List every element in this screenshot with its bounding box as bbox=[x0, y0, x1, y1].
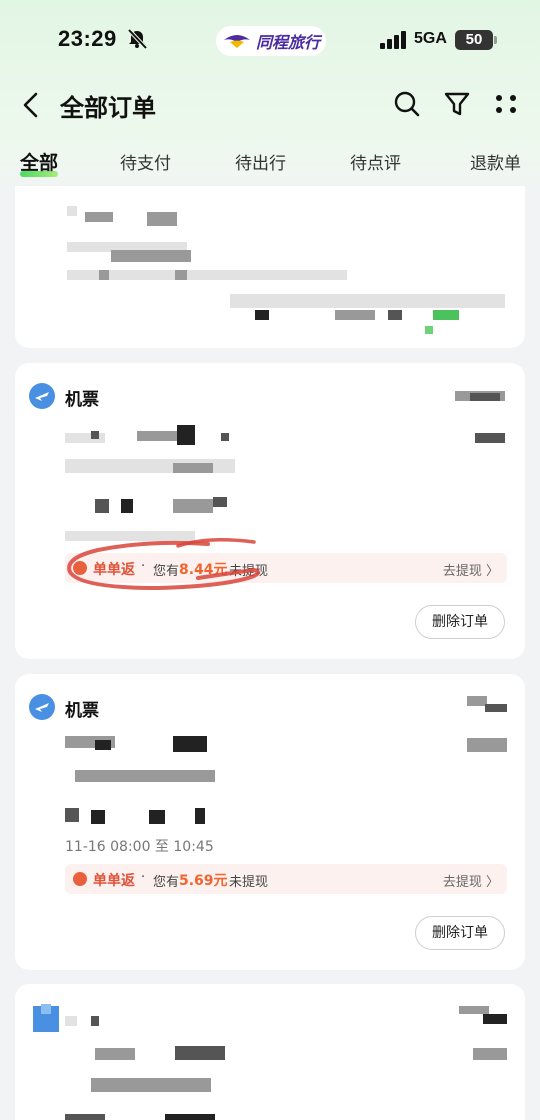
nav-header: 全部订单 bbox=[0, 80, 540, 130]
order-card[interactable]: 机票 11-16 08:00 至 10:45 单单返 · 您有 5.69元 未提… bbox=[15, 674, 525, 970]
clock: 23:29 bbox=[58, 26, 117, 51]
redacted-block bbox=[485, 704, 507, 712]
plane-icon bbox=[29, 694, 55, 720]
order-card[interactable] bbox=[15, 186, 525, 348]
redacted-block bbox=[335, 310, 375, 320]
redacted-block bbox=[91, 1078, 211, 1092]
redacted-block bbox=[95, 740, 111, 750]
redacted-block bbox=[67, 206, 77, 216]
redacted-block bbox=[95, 499, 109, 513]
tab-refunds[interactable]: 退款单 bbox=[470, 149, 521, 174]
plane-icon bbox=[29, 383, 55, 409]
redacted-block bbox=[173, 463, 213, 473]
redacted-block bbox=[75, 770, 215, 782]
redacted-block bbox=[147, 212, 177, 226]
flight-time: 11-16 08:00 至 10:45 bbox=[65, 839, 214, 855]
redacted-block bbox=[95, 1048, 135, 1060]
order-card[interactable]: 机票 单单返 · 您有 8.44元 未提现 去提现 〉 删除订单 bbox=[15, 363, 525, 659]
delete-order-button[interactable]: 删除订单 bbox=[415, 605, 505, 639]
redacted-block bbox=[470, 393, 500, 401]
redacted-block bbox=[173, 499, 213, 513]
signal-icon bbox=[380, 31, 406, 49]
redacted-block bbox=[195, 808, 205, 824]
tab-pending-review[interactable]: 待点评 bbox=[350, 149, 401, 174]
network-type: 5GA bbox=[414, 30, 447, 47]
cashback-title: 单单返 bbox=[93, 873, 135, 889]
withdraw-link[interactable]: 去提现 〉 bbox=[443, 560, 499, 579]
cashback-status: 未提现 bbox=[229, 875, 269, 890]
redacted-block bbox=[177, 425, 195, 445]
redacted-block bbox=[85, 212, 113, 222]
redacted-block bbox=[91, 810, 105, 824]
redacted-block bbox=[121, 499, 133, 513]
redacted-block bbox=[221, 433, 229, 441]
redacted-block bbox=[65, 1114, 105, 1120]
redacted-block bbox=[41, 1004, 51, 1014]
redacted-block bbox=[65, 433, 105, 443]
cashback-text: 您有 bbox=[153, 875, 180, 890]
battery-icon: 50 bbox=[455, 30, 497, 50]
order-tabs: 全部 待支付 待出行 待点评 退款单 bbox=[0, 145, 540, 185]
redacted-block bbox=[425, 326, 433, 334]
redacted-block bbox=[149, 810, 165, 824]
delete-order-button[interactable]: 删除订单 bbox=[415, 916, 505, 950]
redacted-block bbox=[213, 497, 227, 507]
redacted-block bbox=[230, 294, 505, 308]
redacted-block bbox=[433, 310, 459, 320]
redacted-block bbox=[67, 270, 347, 280]
page-title: 全部订单 bbox=[60, 94, 156, 122]
tab-pending-travel[interactable]: 待出行 bbox=[235, 149, 286, 174]
brand-pill[interactable]: 同程旅行 bbox=[216, 26, 326, 56]
redacted-block bbox=[173, 736, 207, 752]
cashback-amount: 5.69元 bbox=[179, 873, 228, 889]
redacted-block bbox=[459, 1006, 489, 1014]
order-category: 机票 bbox=[65, 701, 99, 721]
cashback-banner[interactable]: 单单返 · 您有 5.69元 未提现 去提现 〉 bbox=[65, 864, 507, 894]
tongcheng-logo-icon bbox=[224, 35, 250, 48]
tab-pending-payment[interactable]: 待支付 bbox=[120, 149, 171, 174]
silent-bell-icon bbox=[127, 28, 148, 50]
separator: · bbox=[141, 870, 146, 885]
redacted-block bbox=[483, 1014, 507, 1024]
withdraw-link[interactable]: 去提现 〉 bbox=[443, 871, 499, 890]
tab-all[interactable]: 全部 bbox=[20, 148, 58, 175]
redacted-block bbox=[475, 433, 505, 443]
redacted-block bbox=[137, 431, 177, 441]
redacted-block bbox=[111, 250, 191, 262]
back-icon[interactable] bbox=[18, 90, 44, 120]
redacted-block bbox=[99, 270, 109, 280]
smile-icon bbox=[73, 872, 87, 886]
brand-name: 同程旅行 bbox=[256, 33, 321, 52]
redacted-block bbox=[165, 1114, 215, 1120]
order-category: 机票 bbox=[65, 390, 99, 410]
order-card[interactable] bbox=[15, 984, 525, 1120]
search-icon[interactable] bbox=[393, 90, 421, 118]
redacted-block bbox=[467, 696, 487, 706]
redacted-block bbox=[91, 431, 99, 439]
redacted-block bbox=[473, 1048, 507, 1060]
status-bar: 23:29 同程旅行 5GA 50 bbox=[0, 0, 540, 80]
redacted-block bbox=[255, 310, 269, 320]
more-icon[interactable] bbox=[492, 90, 520, 118]
redacted-block bbox=[65, 1016, 77, 1026]
filter-icon[interactable] bbox=[443, 90, 471, 118]
redacted-block bbox=[467, 738, 507, 752]
redacted-block bbox=[175, 270, 187, 280]
redacted-block bbox=[91, 1016, 99, 1026]
red-circle-annotation bbox=[67, 538, 260, 591]
redacted-block bbox=[175, 1046, 225, 1060]
redacted-block bbox=[65, 808, 79, 822]
redacted-block bbox=[388, 310, 402, 320]
